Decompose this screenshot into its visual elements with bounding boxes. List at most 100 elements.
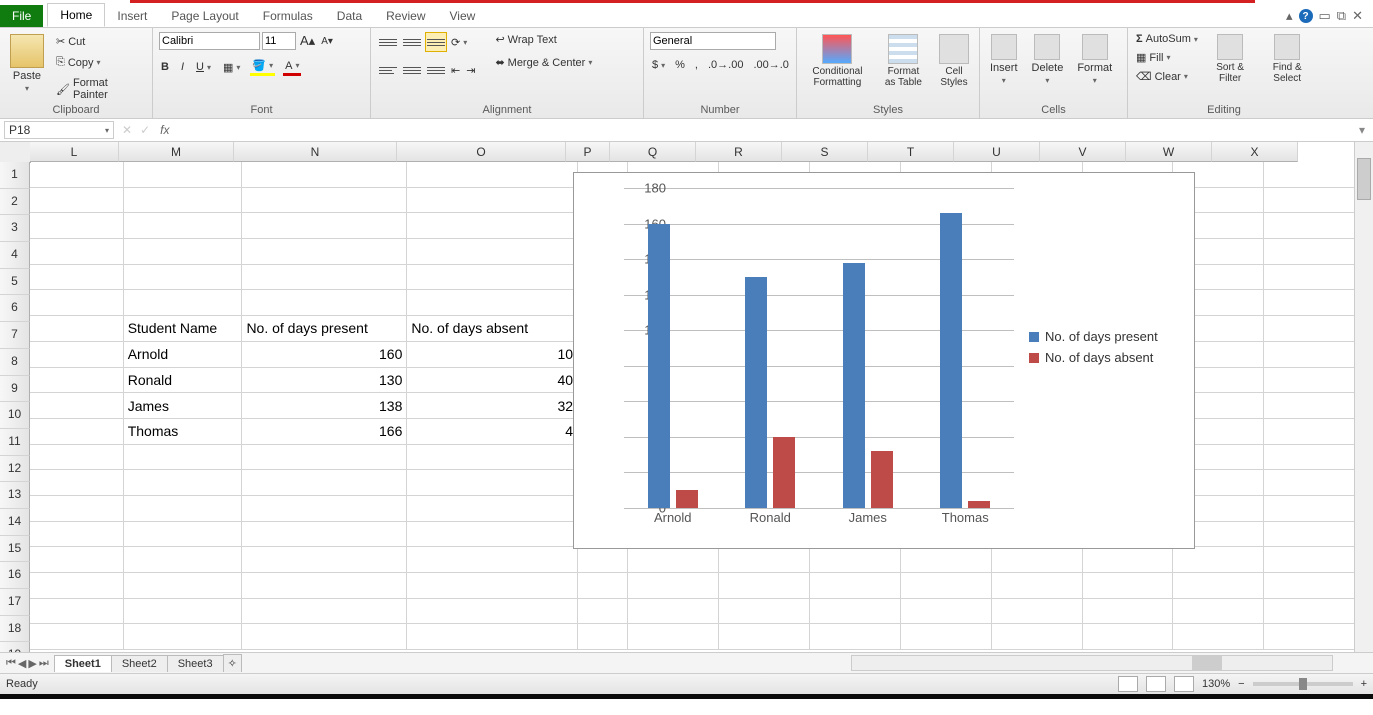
col-header-R[interactable]: R (696, 142, 782, 162)
cell-N10[interactable]: 138 (242, 393, 407, 419)
cell-R17[interactable] (719, 573, 810, 599)
row-header-8[interactable]: 8 (0, 349, 30, 376)
align-top-button[interactable] (377, 32, 399, 52)
increase-decimal-button[interactable]: .0→.00 (706, 58, 745, 72)
cell-X3[interactable] (1264, 213, 1355, 239)
vertical-scrollbar[interactable] (1354, 142, 1373, 652)
cell-M13[interactable] (124, 470, 243, 496)
insert-cells-button[interactable]: Insert▾ (986, 32, 1022, 102)
row-header-16[interactable]: 16 (0, 562, 30, 589)
cell-V18[interactable] (1083, 599, 1174, 625)
cell-T16[interactable] (901, 547, 992, 573)
col-header-V[interactable]: V (1040, 142, 1126, 162)
cell-X14[interactable] (1264, 496, 1355, 522)
cell-W18[interactable] (1173, 599, 1264, 625)
cell-X1[interactable] (1264, 162, 1355, 188)
row-header-5[interactable]: 5 (0, 269, 30, 296)
cell-M5[interactable] (124, 265, 243, 291)
enter-icon[interactable]: ✓ (136, 123, 154, 137)
cell-S19[interactable] (810, 624, 901, 650)
fill-button[interactable]: ▦Fill▾ (1134, 50, 1200, 65)
row-header-13[interactable]: 13 (0, 482, 30, 509)
cell-L8[interactable] (30, 342, 124, 368)
cell-P18[interactable] (578, 599, 628, 625)
col-header-N[interactable]: N (234, 142, 397, 162)
row-header-4[interactable]: 4 (0, 242, 30, 269)
row-header-7[interactable]: 7 (0, 322, 30, 349)
increase-font-icon[interactable]: A▴ (298, 32, 317, 50)
cell-O19[interactable] (407, 624, 578, 650)
col-header-O[interactable]: O (397, 142, 566, 162)
zoom-in-button[interactable]: + (1361, 678, 1367, 690)
align-middle-button[interactable] (401, 32, 423, 52)
cell-X8[interactable] (1264, 342, 1355, 368)
horizontal-scrollbar[interactable] (851, 655, 1333, 671)
cell-M6[interactable] (124, 290, 243, 316)
row-header-11[interactable]: 11 (0, 429, 30, 456)
cell-M11[interactable]: Thomas (124, 419, 243, 445)
tab-page-layout[interactable]: Page Layout (159, 5, 250, 27)
expand-formula-icon[interactable]: ▾ (1351, 123, 1373, 137)
conditional-formatting-button[interactable]: Conditional Formatting (803, 32, 872, 102)
row-header-1[interactable]: 1 (0, 162, 30, 189)
cell-O14[interactable] (407, 496, 578, 522)
tab-data[interactable]: Data (325, 5, 374, 27)
cell-N8[interactable]: 160 (242, 342, 407, 368)
cell-M9[interactable]: Ronald (124, 368, 243, 394)
col-header-U[interactable]: U (954, 142, 1040, 162)
cell-X12[interactable] (1264, 445, 1355, 471)
cell-X11[interactable] (1264, 419, 1355, 445)
prev-sheet-icon[interactable]: ◀ (18, 657, 26, 670)
cell-O9[interactable]: 40 (407, 368, 578, 394)
cell-U16[interactable] (992, 547, 1083, 573)
cell-N1[interactable] (242, 162, 407, 188)
cell-X13[interactable] (1264, 470, 1355, 496)
cell-S17[interactable] (810, 573, 901, 599)
cell-V19[interactable] (1083, 624, 1174, 650)
first-sheet-icon[interactable]: ⏮ (6, 657, 16, 670)
close-icon[interactable]: ✕ (1352, 8, 1363, 24)
cell-L4[interactable] (30, 239, 124, 265)
paste-button[interactable]: Paste ▾ (6, 32, 48, 102)
cell-T19[interactable] (901, 624, 992, 650)
delete-cells-button[interactable]: Delete▾ (1028, 32, 1068, 102)
autosum-button[interactable]: ΣAutoSum▾ (1134, 32, 1200, 46)
sheet-tab-1[interactable]: Sheet1 (54, 655, 112, 672)
tab-file[interactable]: File (0, 5, 43, 27)
row-header-17[interactable]: 17 (0, 589, 30, 616)
cell-L16[interactable] (30, 547, 124, 573)
cell-N17[interactable] (242, 573, 407, 599)
page-break-view-button[interactable] (1174, 676, 1194, 692)
cell-U17[interactable] (992, 573, 1083, 599)
name-box-dropdown-icon[interactable]: ▾ (105, 126, 109, 135)
align-bottom-button[interactable] (425, 32, 447, 52)
italic-button[interactable]: I (179, 60, 186, 74)
cell-N3[interactable] (242, 213, 407, 239)
cell-O17[interactable] (407, 573, 578, 599)
embedded-chart[interactable]: 020406080100120140160180ArnoldRonaldJame… (573, 172, 1195, 549)
cell-L10[interactable] (30, 393, 124, 419)
cell-L17[interactable] (30, 573, 124, 599)
comma-button[interactable]: , (693, 58, 700, 72)
cell-N13[interactable] (242, 470, 407, 496)
cell-X18[interactable] (1264, 599, 1355, 625)
cell-X16[interactable] (1264, 547, 1355, 573)
cell-L9[interactable] (30, 368, 124, 394)
decrease-decimal-button[interactable]: .00→.0 (751, 58, 790, 72)
row-header-2[interactable]: 2 (0, 189, 30, 216)
cancel-icon[interactable]: ✕ (118, 123, 136, 137)
cell-V16[interactable] (1083, 547, 1174, 573)
cell-U19[interactable] (992, 624, 1083, 650)
tab-insert[interactable]: Insert (105, 5, 159, 27)
cell-O10[interactable]: 32 (407, 393, 578, 419)
row-header-14[interactable]: 14 (0, 509, 30, 536)
merge-center-button[interactable]: ⬌Merge & Center▾ (493, 55, 594, 70)
cell-O6[interactable] (407, 290, 578, 316)
next-sheet-icon[interactable]: ▶ (28, 657, 36, 670)
cell-M19[interactable] (124, 624, 243, 650)
caret-icon[interactable]: ▴ (1286, 8, 1293, 24)
cell-X2[interactable] (1264, 188, 1355, 214)
font-color-button[interactable]: A▾ (283, 59, 301, 76)
formula-input[interactable] (175, 122, 1351, 138)
increase-indent-button[interactable]: ⇥ (464, 63, 477, 78)
